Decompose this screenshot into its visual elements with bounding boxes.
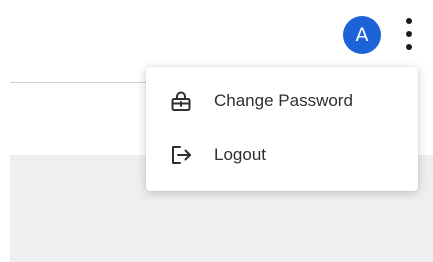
kebab-dot — [406, 31, 412, 37]
header-divider — [10, 82, 156, 83]
lock-icon — [171, 91, 191, 111]
kebab-dot — [406, 18, 412, 24]
logout-icon — [172, 146, 191, 164]
kebab-dot — [406, 44, 412, 50]
logout-menu-item[interactable]: Logout — [146, 130, 418, 180]
avatar-initial: A — [355, 24, 369, 46]
more-options-icon[interactable] — [402, 18, 416, 50]
change-password-label: Change Password — [214, 91, 353, 110]
user-dropdown-menu: Change Password Logout — [146, 67, 418, 191]
user-avatar[interactable]: A — [343, 16, 381, 54]
change-password-menu-item[interactable]: Change Password — [146, 76, 418, 126]
logout-label: Logout — [214, 145, 266, 164]
